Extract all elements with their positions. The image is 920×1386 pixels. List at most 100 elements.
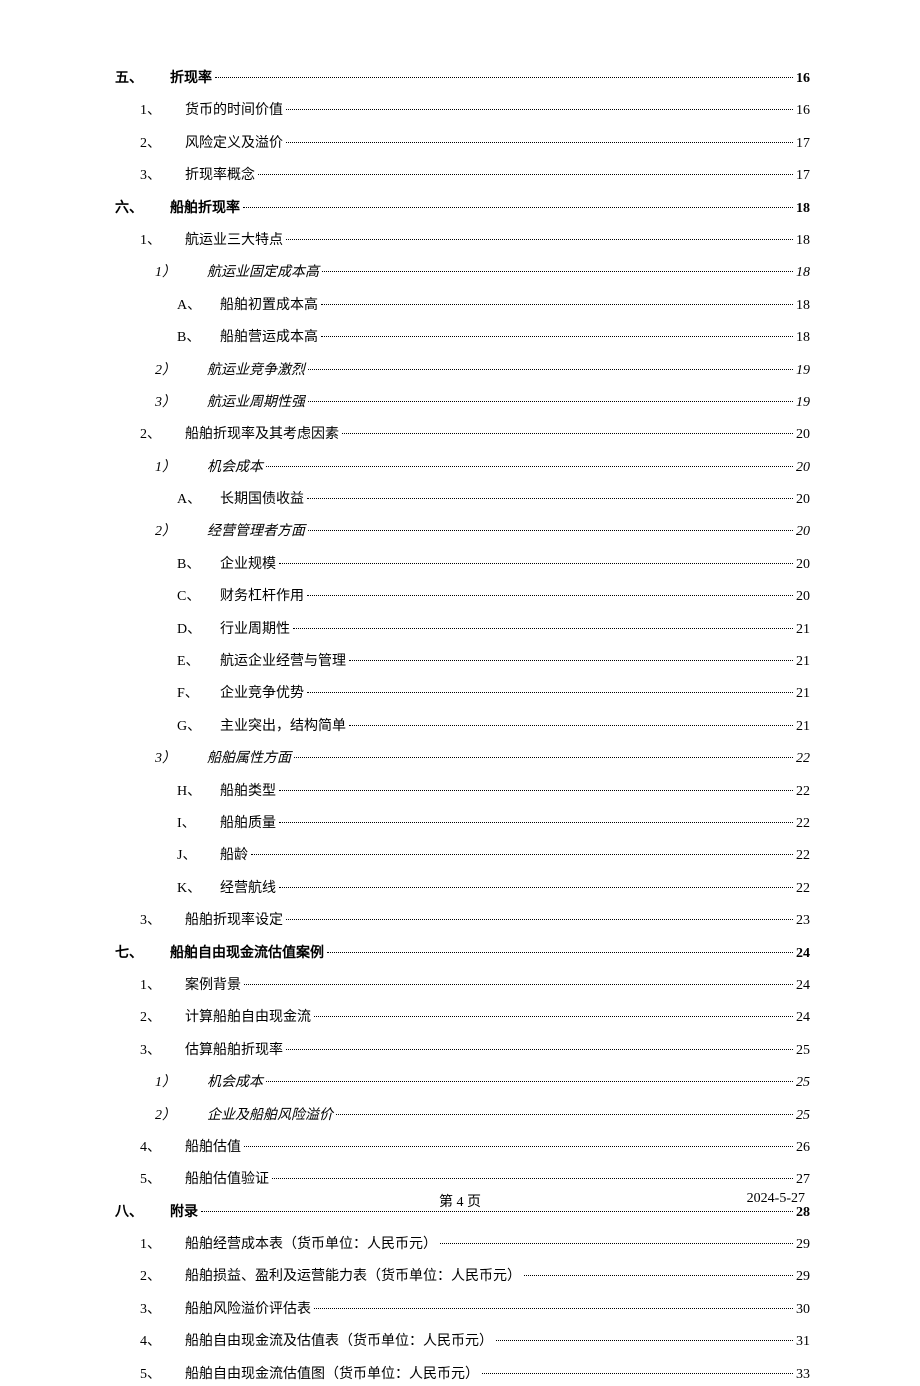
toc-page-number: 21: [796, 651, 810, 673]
toc-title: 机会成本: [207, 1072, 263, 1094]
toc-page-number: 25: [796, 1105, 810, 1127]
toc-number: D、: [115, 619, 220, 641]
toc-entry: 5、船舶估值验证 27: [115, 1169, 810, 1191]
toc-title: 长期国债收益: [220, 489, 304, 511]
toc-number: 2）: [115, 521, 207, 543]
toc-title: 船舶估值: [185, 1137, 241, 1159]
toc-number: 3）: [115, 748, 207, 770]
toc-entry: 1、货币的时间价值16: [115, 100, 810, 122]
toc-entry: 2）经营管理者方面 20: [115, 521, 810, 543]
toc-entry: 3）航运业周期性强19: [115, 392, 810, 414]
toc-entry: A、船舶初置成本高18: [115, 295, 810, 317]
toc-page-number: 17: [796, 133, 810, 155]
toc-leader-dots: [308, 369, 793, 370]
toc-leader-dots: [349, 660, 793, 661]
toc-entry: 2）航运业竞争激烈19: [115, 360, 810, 382]
toc-page-number: 18: [796, 230, 810, 252]
toc-title: 船舶折现率及其考虑因素: [185, 424, 339, 446]
toc-entry: 七、船舶自由现金流估值案例24: [115, 943, 810, 965]
toc-page-number: 19: [796, 392, 810, 414]
toc-title: 主业突出，结构简单: [220, 716, 346, 738]
toc-title: 航运业周期性强: [207, 392, 305, 414]
toc-entry: G、主业突出，结构简单21: [115, 716, 810, 738]
toc-title: 案例背景: [185, 975, 241, 997]
toc-page-number: 20: [796, 457, 810, 479]
toc-page-number: 33: [796, 1364, 810, 1386]
toc-page-number: 21: [796, 683, 810, 705]
toc-title: 船舶营运成本高: [220, 327, 318, 349]
toc-page-number: 22: [796, 748, 810, 770]
toc-number: 2）: [115, 360, 207, 382]
toc-page-number: 20: [796, 489, 810, 511]
toc-number: 3、: [115, 165, 185, 187]
toc-leader-dots: [336, 1114, 793, 1115]
toc-title: 船龄: [220, 845, 248, 867]
toc-leader-dots: [244, 1146, 793, 1147]
toc-leader-dots: [496, 1340, 793, 1341]
toc-number: K、: [115, 878, 220, 900]
toc-number: 4、: [115, 1137, 185, 1159]
toc-entry: 五、折现率16: [115, 68, 810, 90]
toc-title: 行业周期性: [220, 619, 290, 641]
toc-title: 折现率概念: [185, 165, 255, 187]
toc-number: G、: [115, 716, 220, 738]
toc-leader-dots: [308, 530, 793, 531]
toc-leader-dots: [215, 77, 793, 78]
toc-entry: I、船舶质量22: [115, 813, 810, 835]
toc-number: A、: [115, 489, 220, 511]
toc-entry: 1、船舶经营成本表（货币单位：人民币元）29: [115, 1234, 810, 1256]
toc-title: 航运业竞争激烈: [207, 360, 305, 382]
toc-page-number: 20: [796, 554, 810, 576]
toc-number: H、: [115, 781, 220, 803]
toc-leader-dots: [286, 142, 793, 143]
toc-title: 企业规模: [220, 554, 276, 576]
toc-title: 船舶经营成本表（货币单位：人民币元）: [185, 1234, 437, 1256]
toc-number: 2、: [115, 1007, 185, 1029]
toc-number: 5、: [115, 1364, 185, 1386]
toc-number: 1）: [115, 1072, 207, 1094]
toc-page-number: 18: [796, 327, 810, 349]
toc-title: 船舶初置成本高: [220, 295, 318, 317]
toc-title: 航运业固定成本高: [207, 262, 319, 284]
toc-leader-dots: [279, 790, 793, 791]
toc-page-number: 17: [796, 165, 810, 187]
page-footer: 第 4 页 2024-5-27: [0, 1191, 920, 1207]
toc-container: 五、折现率161、货币的时间价值162、风险定义及溢价173、折现率概念17六、…: [115, 68, 810, 1386]
toc-number: I、: [115, 813, 220, 835]
toc-entry: 3、船舶折现率设定23: [115, 910, 810, 932]
toc-leader-dots: [322, 271, 793, 272]
toc-leader-dots: [293, 628, 793, 629]
toc-leader-dots: [286, 239, 793, 240]
toc-page-number: 22: [796, 878, 810, 900]
toc-title: 机会成本: [207, 457, 263, 479]
toc-number: 3、: [115, 910, 185, 932]
toc-number: 2、: [115, 1266, 185, 1288]
toc-number: 1、: [115, 1234, 185, 1256]
toc-entry: B、船舶营运成本高 18: [115, 327, 810, 349]
toc-page-number: 20: [796, 521, 810, 543]
toc-title: 船舶折现率设定: [185, 910, 283, 932]
toc-entry: A、长期国债收益 20: [115, 489, 810, 511]
toc-title: 航运企业经营与管理: [220, 651, 346, 673]
toc-number: 1）: [115, 457, 207, 479]
toc-page-number: 27: [796, 1169, 810, 1191]
toc-title: 船舶自由现金流及估值表（货币单位：人民币元）: [185, 1331, 493, 1353]
toc-number: B、: [115, 327, 220, 349]
toc-leader-dots: [251, 854, 793, 855]
toc-entry: C、财务杠杆作用20: [115, 586, 810, 608]
toc-title: 财务杠杆作用: [220, 586, 304, 608]
toc-title: 经营管理者方面: [207, 521, 305, 543]
toc-leader-dots: [314, 1308, 793, 1309]
toc-leader-dots: [286, 1049, 793, 1050]
toc-page-number: 22: [796, 845, 810, 867]
toc-number: 4、: [115, 1331, 185, 1353]
toc-title: 船舶估值验证: [185, 1169, 269, 1191]
toc-title: 估算船舶折现率: [185, 1040, 283, 1062]
toc-content: 五、折现率161、货币的时间价值162、风险定义及溢价173、折现率概念17六、…: [0, 0, 920, 1386]
toc-page-number: 16: [796, 100, 810, 122]
toc-title: 船舶风险溢价评估表: [185, 1299, 311, 1321]
toc-number: 5、: [115, 1169, 185, 1191]
toc-leader-dots: [321, 336, 793, 337]
toc-entry: J、船龄22: [115, 845, 810, 867]
toc-entry: B、企业规模20: [115, 554, 810, 576]
